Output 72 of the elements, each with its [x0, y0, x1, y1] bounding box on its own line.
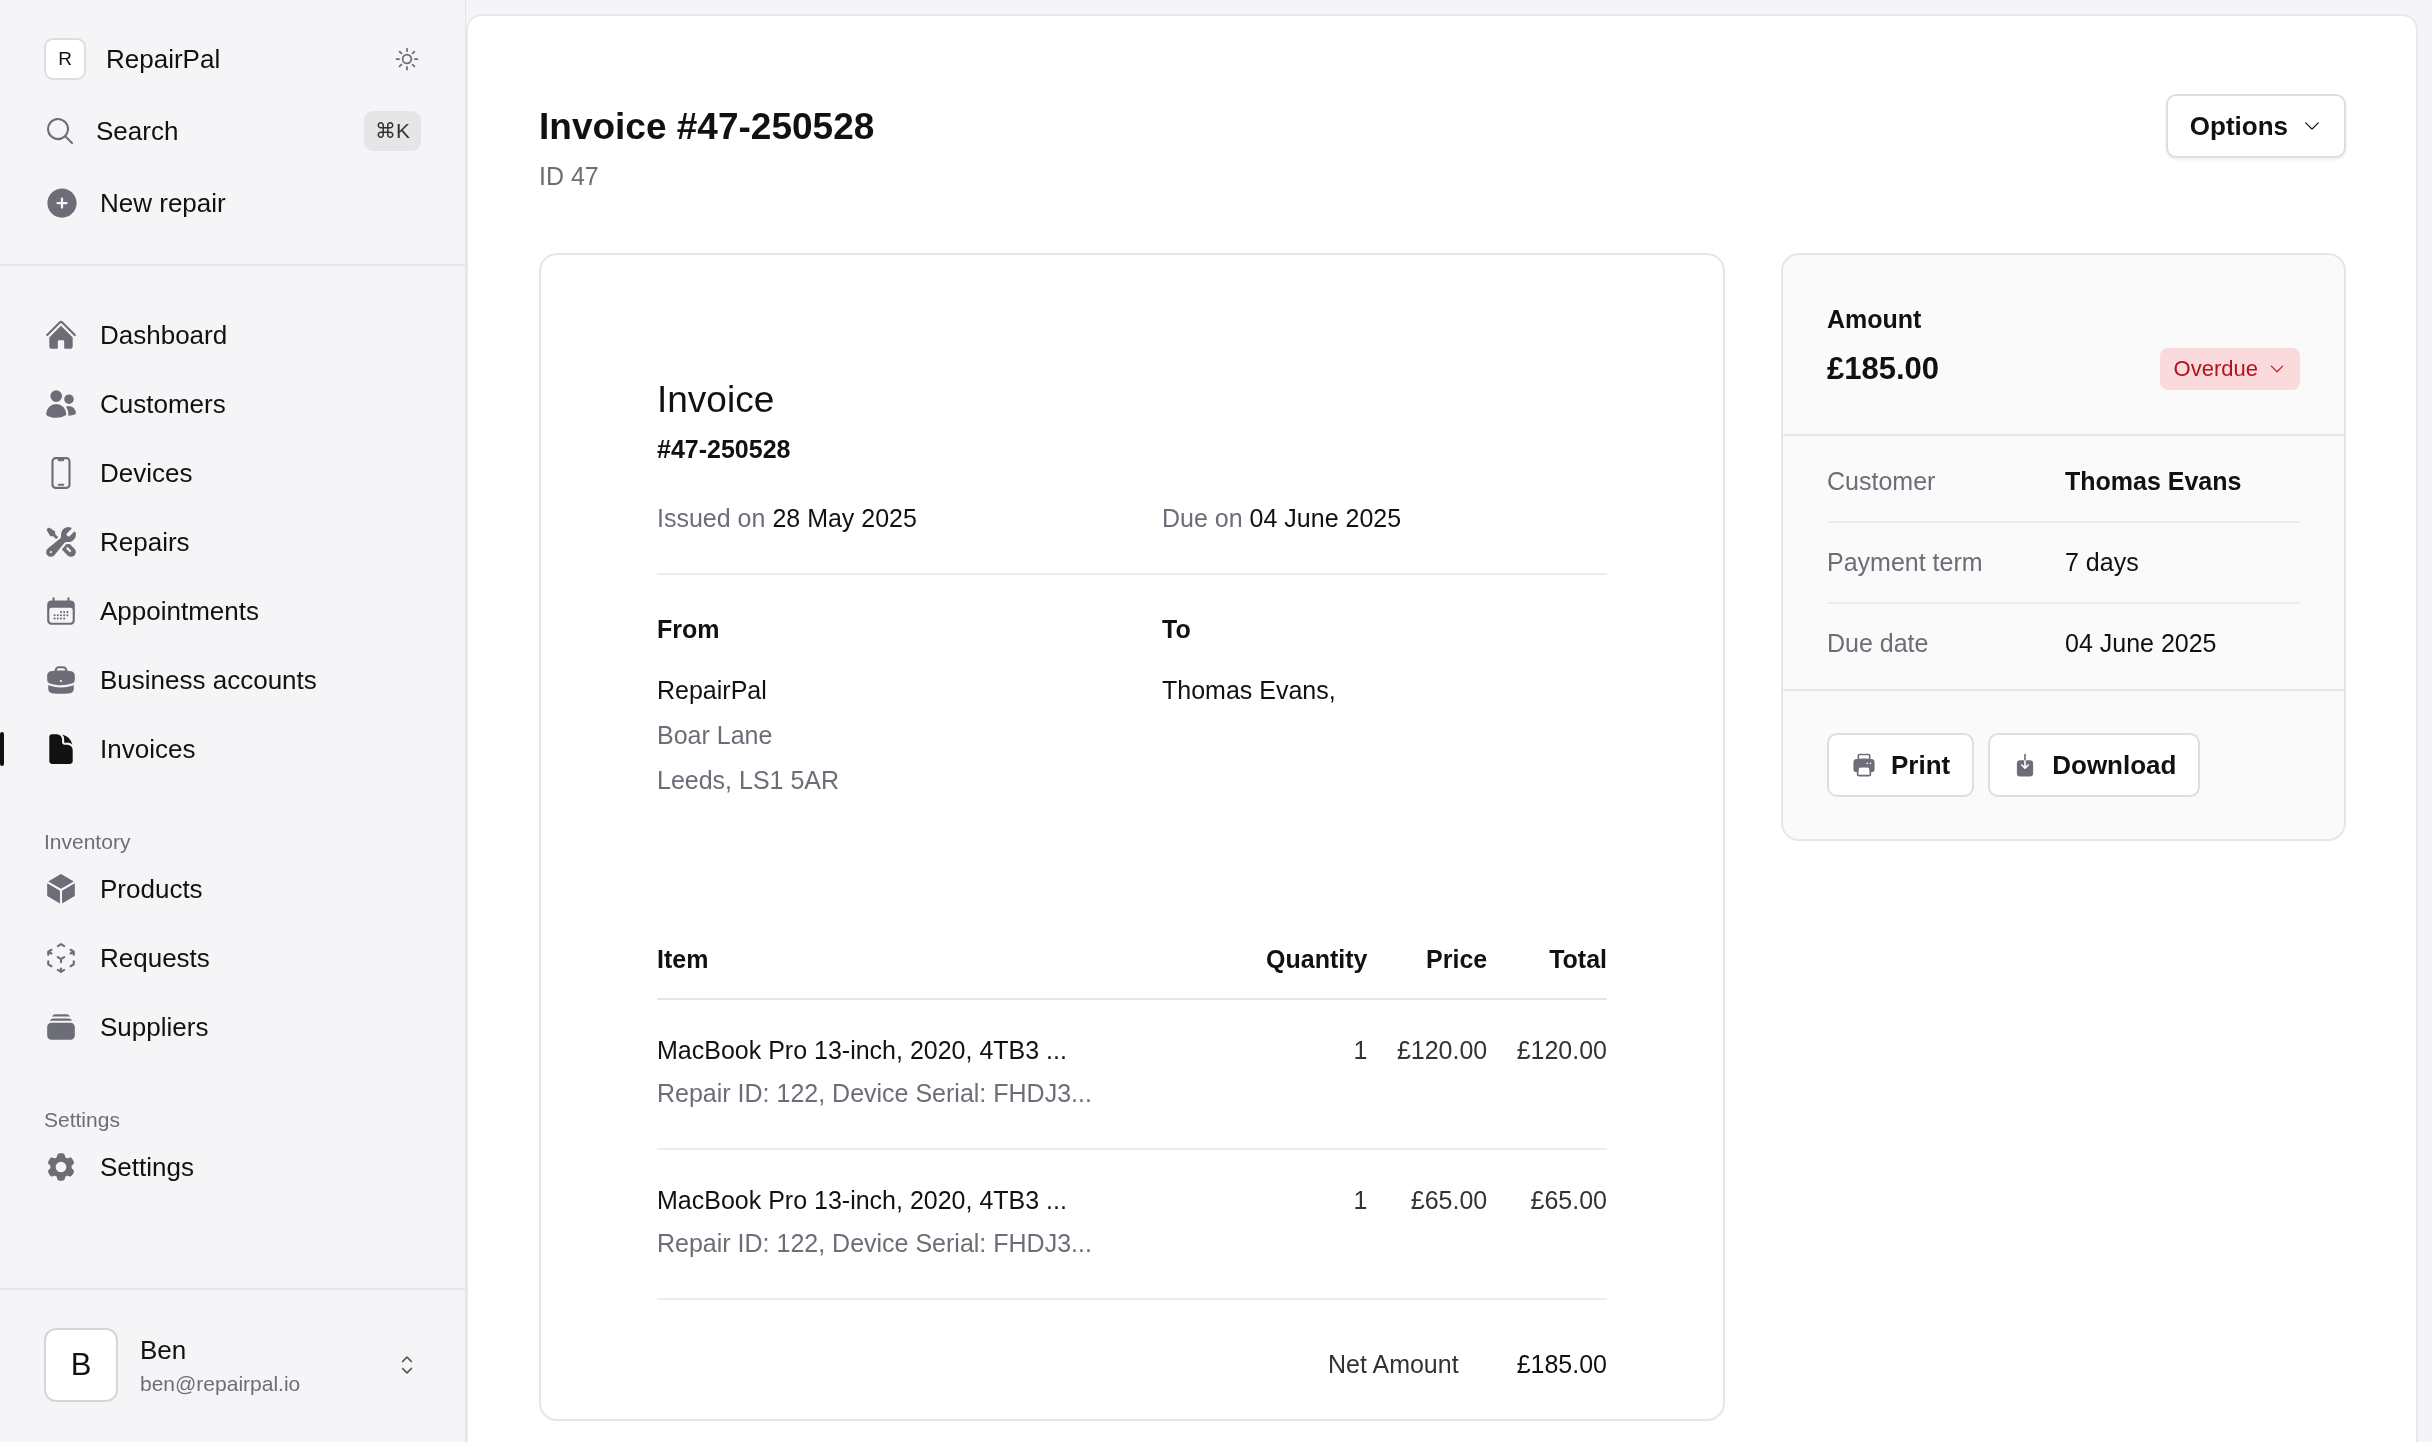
column-header: Price	[1367, 945, 1488, 999]
item-name: MacBook Pro 13-inch, 2020, 4TB3 ...	[657, 1036, 1068, 1065]
nav-item[interactable]: Suppliers	[0, 998, 465, 1056]
nav-item[interactable]: Customers	[0, 375, 465, 433]
nav-item[interactable]: Invoices	[0, 720, 465, 778]
detail-label: Customer	[1827, 467, 1937, 496]
status-dropdown[interactable]: Overdue	[2159, 348, 2300, 390]
address-line: Boar Lane	[657, 721, 774, 750]
section-heading: Inventory	[43, 830, 132, 854]
item-detail: Repair ID: 122, Device Serial: FHDJ3...	[657, 1229, 1093, 1258]
table-cell: £120.00	[1487, 999, 1607, 1149]
cube-icon	[44, 872, 78, 906]
table-cell: £65.00	[1367, 1149, 1488, 1299]
address-line: RepairPal	[657, 676, 768, 705]
party-heading: To	[1162, 615, 1192, 644]
amount-value: £185.00	[1827, 351, 1940, 387]
search-icon	[44, 115, 76, 147]
options-button[interactable]: Options	[2165, 94, 2346, 158]
page-title: Invoice #47-250528	[539, 105, 875, 148]
print-button[interactable]: Print	[1827, 733, 1975, 797]
nav-item[interactable]: Repairs	[0, 513, 465, 571]
nav-item[interactable]: Settings	[0, 1138, 465, 1196]
tools-icon	[44, 525, 78, 559]
download-button[interactable]: Download	[1988, 733, 2201, 797]
page-subtitle: ID 47	[539, 162, 600, 191]
table-cell: 1	[1233, 999, 1368, 1149]
nav-item[interactable]: Dashboard	[0, 306, 465, 364]
people-icon	[44, 387, 78, 421]
detail-value: 7 days	[2065, 548, 2140, 577]
table-cell: £120.00	[1367, 999, 1488, 1149]
app-name: RepairPal	[106, 43, 222, 75]
column-header: Quantity	[1233, 945, 1368, 999]
party-heading: From	[657, 615, 721, 644]
item-name: MacBook Pro 13-inch, 2020, 4TB3 ...	[657, 1186, 1068, 1215]
item-detail: Repair ID: 122, Device Serial: FHDJ3...	[657, 1079, 1093, 1108]
printer-icon	[1851, 752, 1877, 778]
search-link[interactable]: Search	[96, 115, 344, 147]
net-amount-label: Net Amount	[1328, 1350, 1459, 1379]
plus-icon	[44, 185, 80, 221]
nav-item[interactable]: Business accounts	[0, 651, 465, 709]
invoice-number: #47-250528	[657, 435, 792, 464]
nav-item[interactable]: Requests	[0, 929, 465, 987]
table-cell: 1	[1233, 1149, 1368, 1299]
column-header: Total	[1487, 945, 1607, 999]
amount-label: Amount	[1827, 305, 1923, 334]
detail-value: 04 June 2025	[2065, 629, 2218, 658]
net-amount-value: £185.00	[1516, 1350, 1607, 1379]
nav-item[interactable]: Devices	[0, 444, 465, 502]
nav-item[interactable]: Appointments	[0, 582, 465, 640]
nav-item[interactable]: Products	[0, 860, 465, 918]
detail-value: Thomas Evans	[2065, 467, 2243, 496]
invoice-title: Invoice	[657, 379, 776, 421]
user-name: Ben	[140, 1334, 188, 1366]
avatar: B	[44, 1328, 118, 1402]
briefcase-icon	[44, 663, 78, 697]
table-cell: £65.00	[1487, 1149, 1607, 1299]
address-line: Thomas Evans,	[1162, 676, 1337, 705]
dashed-cube-icon	[44, 941, 78, 975]
calendar-icon	[44, 594, 78, 628]
logo: R	[44, 38, 86, 80]
user-email: ben@repairpal.io	[140, 1371, 302, 1396]
column-header: Item	[657, 945, 1234, 999]
address-line: Leeds, LS1 5AR	[657, 766, 841, 795]
house-icon	[44, 318, 78, 352]
theme-icon[interactable]	[393, 45, 421, 73]
due-date: Due on 04 June 2025	[1162, 504, 1403, 533]
detail-label: Due date	[1827, 629, 1930, 658]
new-repair-link[interactable]: New repair	[100, 187, 421, 219]
issue-date: Issued on 28 May 2025	[657, 504, 918, 533]
section-heading: Settings	[43, 1108, 121, 1132]
shortcut-badge: ⌘K	[364, 111, 421, 151]
detail-label: Payment term	[1827, 548, 1984, 577]
